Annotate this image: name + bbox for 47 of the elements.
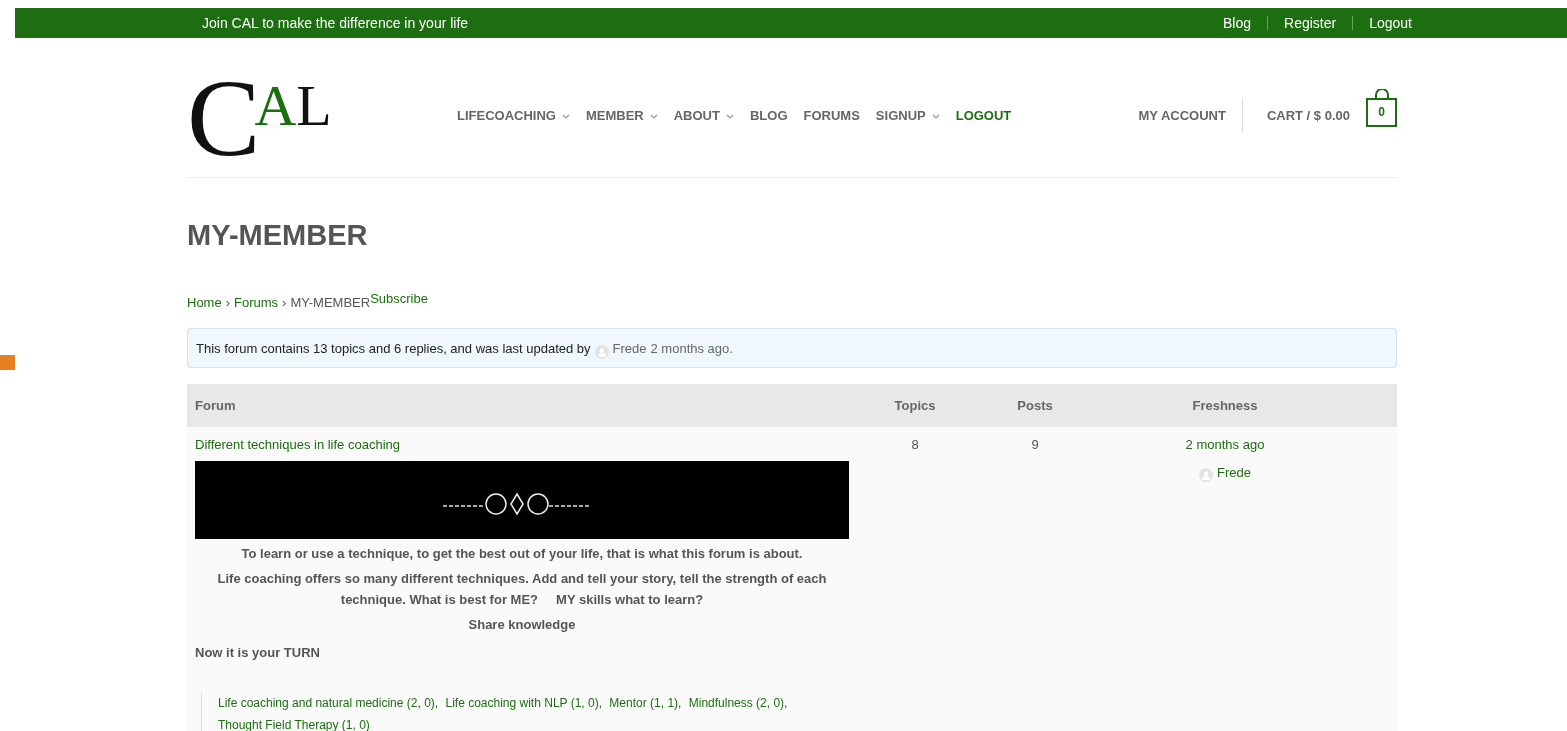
column-header: Topics [893, 397, 937, 416]
column-header: Freshness [1191, 397, 1259, 416]
freshness-link[interactable]: 2 months ago [1185, 435, 1265, 455]
cart-link[interactable]: CART / $ 0.00 [1242, 105, 1366, 126]
nav-link[interactable]: BLOG [749, 105, 788, 126]
notice-text: This forum contains 13 topics and 6 replies, and was last updated by [196, 339, 591, 358]
top-link[interactable]: Logout [1369, 12, 1412, 34]
subforum-link[interactable]: Life coaching and natural medicine (2, 0), [218, 696, 439, 711]
nav-link[interactable]: FORUMS [803, 105, 860, 126]
page-title: MY-MEMBER [187, 218, 369, 253]
column-header: Posts [1016, 397, 1054, 416]
subforum-link[interactable]: Mindfulness (2, 0), [688, 696, 788, 711]
description-text: To learn or use a technique, to get the best out of your life, that is what this forum is about. [240, 544, 804, 563]
post-count: 9 [1030, 436, 1040, 455]
breadcrumb-link[interactable]: Forums [234, 292, 279, 313]
forum-title-link[interactable]: Different techniques in life coaching [195, 437, 400, 453]
breadcrumb-separator: › [282, 293, 287, 312]
nav-link[interactable]: MEMBER [585, 105, 658, 126]
subforum-link[interactable]: Thought Field Therapy (1, 0) [218, 718, 370, 731]
user-name: Frede [612, 339, 647, 358]
bag-handle-icon [1374, 88, 1389, 98]
breadcrumb-current: MY-MEMBER [290, 293, 371, 312]
avatar-icon [594, 345, 609, 360]
side-tab[interactable] [0, 355, 15, 370]
my-account-link[interactable]: MY ACCOUNT [1138, 97, 1243, 134]
column-header: Forum [195, 397, 237, 416]
turn-text: Now it is your TURN [195, 643, 321, 662]
avatar-icon [1199, 468, 1213, 483]
top-link[interactable]: Register [1284, 12, 1337, 34]
cart-count-button[interactable]: 0 [1366, 97, 1397, 127]
tagline: Join CAL to make the difference in your life [202, 13, 469, 33]
nav-link[interactable]: LOGOUT [955, 105, 1012, 126]
logo-letter: L [296, 76, 332, 135]
subforum-link[interactable]: Life coaching with NLP (1, 0), [445, 696, 602, 711]
description-text: Share knowledge [467, 615, 577, 634]
topic-count: 8 [910, 436, 920, 455]
author-link[interactable]: Frede [1217, 462, 1251, 483]
description-text: Life coaching offers so many different techniques. Add and tell your story, tell the strength of each technique. What is best for ME? MY skills what to learn? [216, 569, 828, 609]
update-time: 2 months ago. [650, 339, 733, 358]
nav-link[interactable]: SIGNUP [875, 105, 940, 126]
nav-link[interactable]: ABOUT [673, 105, 734, 126]
breadcrumb-separator: › [225, 293, 231, 312]
subscribe-link[interactable]: Subscribe [370, 288, 428, 309]
top-link[interactable]: Blog [1223, 12, 1252, 34]
subforum-link[interactable]: Mentor (1, 1), [609, 696, 682, 711]
breadcrumb-link[interactable]: Home [187, 292, 222, 313]
nav-link[interactable]: LIFECOACHING [457, 105, 570, 126]
